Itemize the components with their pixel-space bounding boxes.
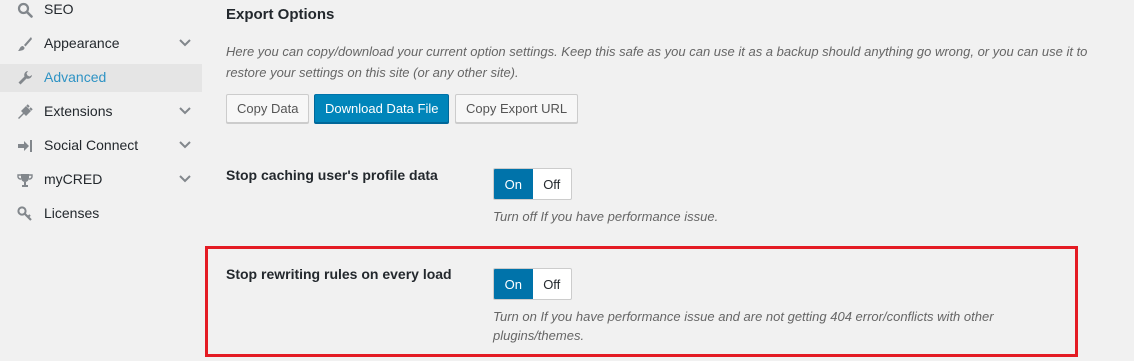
brush-icon xyxy=(16,35,34,53)
download-data-file-button[interactable]: Download Data File xyxy=(314,94,450,123)
sidebar-item-label: Social Connect xyxy=(44,137,139,153)
sidebar-item-appearance[interactable]: Appearance xyxy=(0,30,202,58)
sidebar-item-mycred[interactable]: myCRED xyxy=(0,166,202,194)
export-options-title: Export Options xyxy=(226,6,335,23)
plugin-icon xyxy=(16,103,34,121)
key-icon xyxy=(16,205,34,223)
sidebar-item-advanced[interactable]: Advanced xyxy=(0,64,202,92)
export-options-description: Here you can copy/download your current … xyxy=(226,44,1088,80)
copy-data-button[interactable]: Copy Data xyxy=(226,94,310,123)
settings-panel: Export Options Here you can copy/downloa… xyxy=(202,0,1134,361)
search-icon xyxy=(16,1,34,19)
admin-sidebar: SEO Appearance Advanced Extensions Socia… xyxy=(0,0,202,361)
chevron-down-icon[interactable] xyxy=(178,138,192,152)
chevron-down-icon[interactable] xyxy=(178,36,192,50)
sidebar-item-label: myCRED xyxy=(44,171,103,187)
stop-caching-toggle: On Off xyxy=(493,168,572,200)
sidebar-item-label: SEO xyxy=(44,1,74,17)
sidebar-item-label: Advanced xyxy=(44,69,107,85)
option-description-stop-caching: Turn off If you have performance issue. xyxy=(493,209,719,224)
chevron-down-icon[interactable] xyxy=(178,104,192,118)
chevron-down-icon[interactable] xyxy=(178,172,192,186)
sidebar-item-label: Licenses xyxy=(44,205,100,221)
sidebar-item-label: Extensions xyxy=(44,103,113,119)
sidebar-item-label: Appearance xyxy=(44,35,120,51)
toggle-on-button[interactable]: On xyxy=(494,169,533,199)
sidebar-item-licenses[interactable]: Licenses xyxy=(0,200,202,228)
option-label-stop-caching: Stop caching user's profile data xyxy=(226,167,438,183)
wrench-icon xyxy=(16,69,34,87)
toggle-off-button[interactable]: Off xyxy=(533,169,572,199)
sidebar-item-social-connect[interactable]: Social Connect xyxy=(0,132,202,160)
highlight-box xyxy=(205,246,1078,357)
copy-export-url-button[interactable]: Copy Export URL xyxy=(455,94,579,123)
sign-in-icon xyxy=(16,137,34,155)
sidebar-item-seo[interactable]: SEO xyxy=(0,0,202,24)
sidebar-item-extensions[interactable]: Extensions xyxy=(0,98,202,126)
trophy-icon xyxy=(16,171,34,189)
